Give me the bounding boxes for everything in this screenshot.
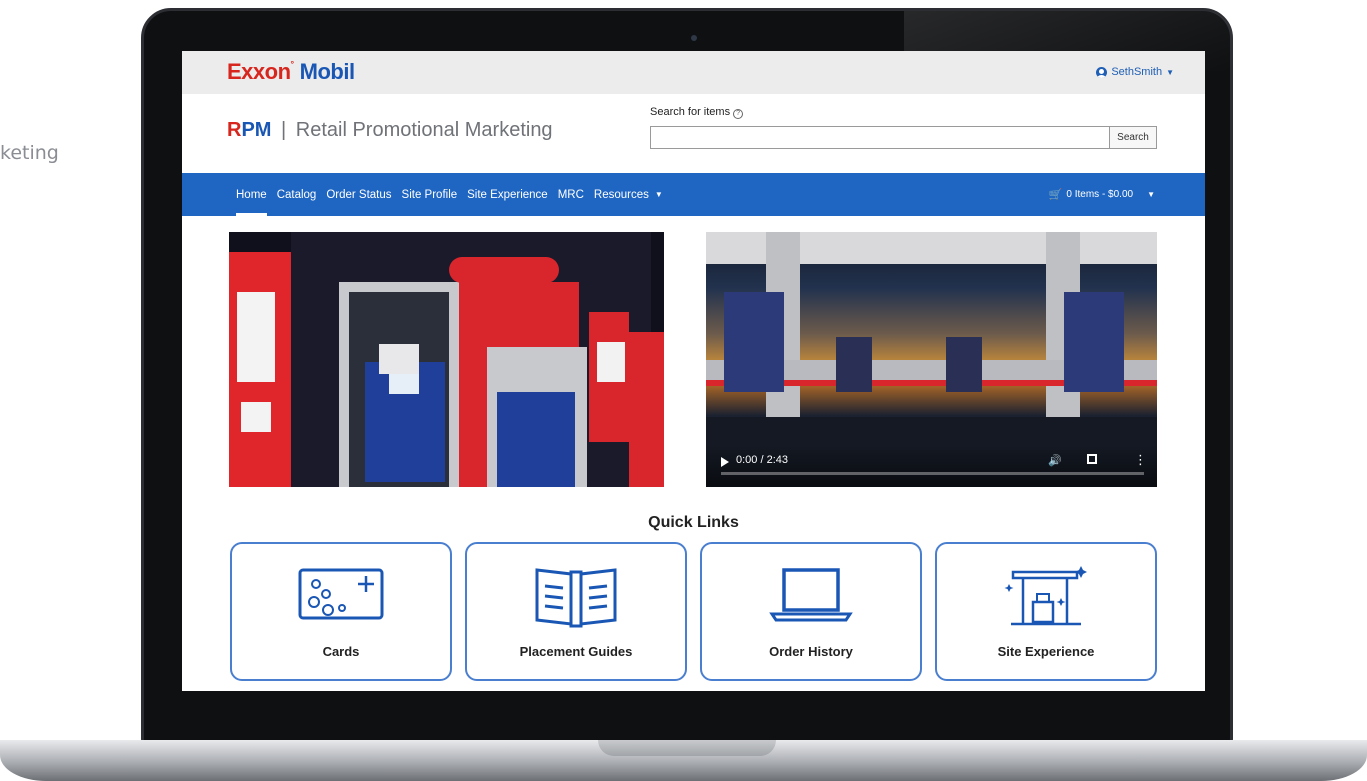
video-time: 0:00 / 2:43 <box>736 454 788 466</box>
webcam <box>691 35 697 41</box>
quick-links: Cards Placement Guides Order History Sit… <box>230 542 1157 681</box>
chevron-down-icon: ▼ <box>654 190 663 199</box>
user-icon <box>1096 66 1108 78</box>
logo-exxon-mark: ° <box>290 59 295 69</box>
quick-link-order-history[interactable]: Order History <box>700 542 922 681</box>
quick-link-cards[interactable]: Cards <box>230 542 452 681</box>
cart-icon: 🛒 <box>1048 189 1063 201</box>
chevron-down-icon: ▼ <box>1166 67 1174 77</box>
nav-item-catalog[interactable]: Catalog <box>277 173 317 216</box>
volume-icon[interactable]: 🔊 <box>1048 454 1062 467</box>
cart-dropdown[interactable]: 🛒 0 Items - $0.00 ▼ <box>1049 173 1155 216</box>
user-menu[interactable]: SethSmith ▼ <box>1096 66 1174 78</box>
search-label: Search for items? <box>650 106 744 119</box>
quick-link-label: Cards <box>322 644 360 659</box>
chevron-down-icon: ▼ <box>1147 190 1155 199</box>
promo-video[interactable]: 0:00 / 2:43 🔊 ⋮ <box>706 232 1157 487</box>
brand-separator: | <box>281 119 287 141</box>
video-progress[interactable] <box>721 472 1144 475</box>
play-icon[interactable] <box>721 457 729 467</box>
user-name: SethSmith <box>1111 66 1163 78</box>
video-controls: 0:00 / 2:43 🔊 ⋮ <box>706 445 1157 487</box>
brand-r: R <box>227 119 242 141</box>
help-icon[interactable]: ? <box>733 109 744 119</box>
quick-link-label: Site Experience <box>997 644 1095 659</box>
brand-name: Retail Promotional Marketing <box>295 119 553 141</box>
nav-item-site-experience[interactable]: Site Experience <box>467 173 548 216</box>
logo-exxon-text: Exxon <box>227 59 291 84</box>
browser-screen: Exxon° Mobil SethSmith ▼ RPM | Retail Pro… <box>182 51 1205 691</box>
logo-mobil-text: Mobil <box>299 59 355 84</box>
gas-station-icon <box>1004 566 1087 626</box>
main-nav: Home Catalog Order Status Site Profile S… <box>182 173 1205 216</box>
nav-item-resources-label: Resources <box>593 188 649 201</box>
promo-image <box>229 232 664 487</box>
nav-item-site-profile[interactable]: Site Profile <box>402 173 458 216</box>
quick-link-site-experience[interactable]: Site Experience <box>935 542 1157 681</box>
exxonmobil-logo[interactable]: Exxon° Mobil <box>227 59 355 85</box>
rpm-brand[interactable]: RPM | Retail Promotional Marketing <box>227 119 553 142</box>
laptop-icon <box>769 568 853 622</box>
nav-item-resources[interactable]: Resources ▼ <box>594 173 663 216</box>
quick-links-title: Quick Links <box>648 514 739 531</box>
quick-link-label: Placement Guides <box>519 644 633 659</box>
nav-item-order-status[interactable]: Order Status <box>326 173 391 216</box>
more-options-icon[interactable]: ⋮ <box>1134 452 1147 468</box>
site-header: RPM | Retail Promotional Marketing Searc… <box>182 94 1205 173</box>
nav-item-mrc[interactable]: MRC <box>558 173 584 216</box>
background-caption: keting <box>0 142 59 164</box>
cart-summary: 0 Items - $0.00 <box>1066 189 1134 200</box>
cards-icon <box>298 568 384 620</box>
nav-item-home[interactable]: Home <box>236 173 267 216</box>
book-icon <box>535 568 617 628</box>
top-bar: Exxon° Mobil SethSmith ▼ <box>182 51 1205 94</box>
laptop-notch <box>598 740 776 756</box>
search-input[interactable] <box>650 126 1110 149</box>
quick-link-placement-guides[interactable]: Placement Guides <box>465 542 687 681</box>
quick-link-label: Order History <box>769 644 853 659</box>
search-label-text: Search for items <box>650 106 731 118</box>
brand-pm: PM <box>241 119 272 141</box>
nav-items: Home Catalog Order Status Site Profile S… <box>236 173 663 216</box>
fullscreen-icon[interactable] <box>1087 454 1097 464</box>
search-button[interactable]: Search <box>1109 126 1157 149</box>
